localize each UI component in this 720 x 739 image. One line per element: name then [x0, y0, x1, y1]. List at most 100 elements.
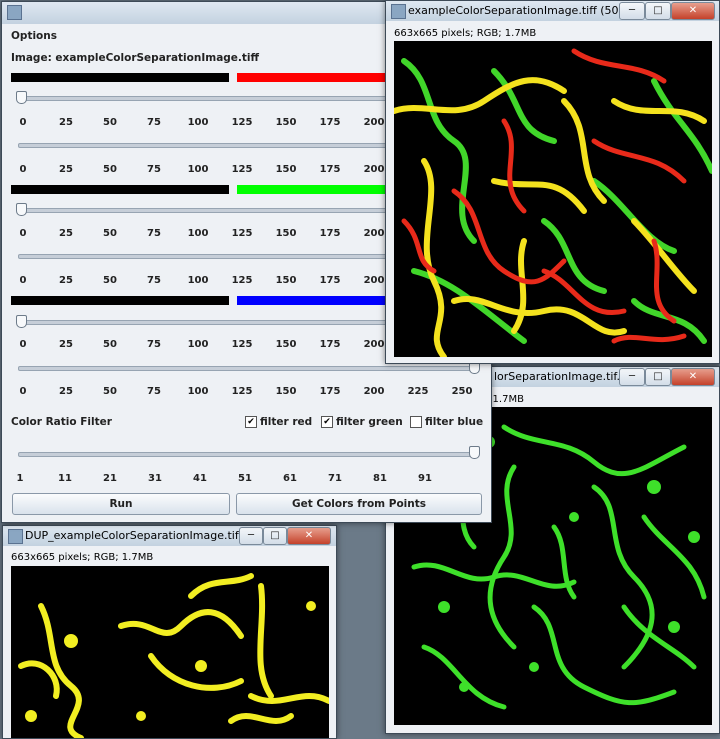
tick-label: 75	[147, 339, 161, 350]
red-min-color-bar	[11, 73, 229, 82]
tick-label: 25	[59, 386, 73, 397]
get-colors-button[interactable]: Get Colors from Points	[236, 493, 482, 515]
ratio-tick-label: 41	[193, 473, 207, 484]
tick-label: 25	[59, 339, 73, 350]
ratio-tick-label: 51	[238, 473, 252, 484]
tick-label: 200	[363, 339, 385, 350]
close-button[interactable]: ✕	[287, 527, 331, 545]
close-button[interactable]: ✕	[671, 368, 715, 386]
tick-label: 225	[407, 386, 429, 397]
green-min-color-bar	[11, 185, 229, 194]
java-icon	[7, 5, 22, 20]
ratio-slider-track[interactable]	[18, 452, 475, 457]
tick-label: 0	[19, 275, 27, 286]
filter-red-checkbox[interactable]: ✔	[245, 416, 257, 428]
tick-label: 50	[103, 228, 117, 239]
filter-blue-checkbox[interactable]	[410, 416, 422, 428]
tick-label: 200	[363, 228, 385, 239]
filter-red-label[interactable]: filter red	[260, 416, 312, 428]
ratio-tick-label: 61	[283, 473, 297, 484]
color-ratio-label: Color Ratio Filter	[11, 416, 112, 428]
imagej-icon	[8, 529, 23, 544]
red-min-slider-thumb[interactable]	[16, 91, 27, 104]
blue-min-slider-thumb[interactable]	[16, 315, 27, 328]
tick-label: 125	[231, 339, 253, 350]
maximize-button[interactable]: □	[645, 368, 671, 386]
tick-label: 0	[19, 228, 27, 239]
tick-label: 25	[59, 117, 73, 128]
tick-label: 100	[187, 164, 209, 175]
imagej-icon	[391, 4, 406, 19]
image-info: 663x665 pixels; RGB; 1.7MB	[11, 552, 154, 563]
ratio-tick-label: 31	[148, 473, 162, 484]
tick-label: 75	[147, 386, 161, 397]
dup-output-window: DUP_exampleColorSeparationImage.tif... ─…	[2, 525, 337, 739]
tick-label: 175	[319, 386, 341, 397]
blue-max-tick-labels: 0 25 50 75 100 125 150 175 200 225 250	[2, 386, 491, 402]
tick-label: 0	[19, 339, 27, 350]
dup-output-titlebar[interactable]: DUP_exampleColorSeparationImage.tif... ─…	[3, 526, 336, 546]
yellow-image-canvas[interactable]	[11, 566, 329, 738]
tick-label: 175	[319, 228, 341, 239]
image-info: 663x665 pixels; RGB; 1.7MB	[394, 28, 537, 39]
tick-label: 50	[103, 117, 117, 128]
tick-label: 150	[275, 275, 297, 286]
ratio-tick-label: 91	[418, 473, 432, 484]
tick-label: 100	[187, 228, 209, 239]
dup-output-title: DUP_exampleColorSeparationImage.tif...	[25, 529, 249, 542]
maximize-button[interactable]: □	[263, 527, 287, 545]
green-output-title: lorSeparationImage.tif...	[494, 370, 627, 383]
original-image-titlebar[interactable]: exampleColorSeparationImage.tiff (50%) ─…	[386, 1, 719, 21]
ratio-tick-label: 21	[103, 473, 117, 484]
tick-label: 50	[103, 386, 117, 397]
tick-label: 50	[103, 339, 117, 350]
tick-label: 50	[103, 164, 117, 175]
tick-label: 125	[231, 164, 253, 175]
tick-label: 150	[275, 339, 297, 350]
tick-label: 150	[275, 386, 297, 397]
maximize-button[interactable]: □	[645, 2, 671, 20]
minimize-button[interactable]: ─	[619, 2, 645, 20]
run-button[interactable]: Run	[12, 493, 230, 515]
tick-label: 0	[19, 386, 27, 397]
original-image-render	[394, 48, 712, 357]
tick-label: 25	[59, 275, 73, 286]
yellow-image-render	[18, 573, 329, 738]
tick-label: 175	[319, 339, 341, 350]
tick-label: 25	[59, 228, 73, 239]
tick-label: 175	[319, 275, 341, 286]
tick-label: 200	[363, 117, 385, 128]
tick-label: 25	[59, 164, 73, 175]
tick-label: 75	[147, 117, 161, 128]
filter-green-label[interactable]: filter green	[336, 416, 403, 428]
tick-label: 75	[147, 164, 161, 175]
tick-label: 100	[187, 339, 209, 350]
original-image-canvas[interactable]	[394, 41, 712, 357]
tick-label: 75	[147, 228, 161, 239]
tick-label: 200	[363, 386, 385, 397]
tick-label: 50	[103, 275, 117, 286]
tick-label: 250	[451, 386, 473, 397]
ratio-tick-label: 71	[328, 473, 342, 484]
blue-max-slider-track[interactable]	[18, 366, 475, 371]
filter-green-checkbox[interactable]: ✔	[321, 416, 333, 428]
tick-label: 0	[19, 164, 27, 175]
blue-min-color-bar	[11, 296, 229, 305]
tick-label: 125	[231, 386, 253, 397]
tick-label: 125	[231, 117, 253, 128]
tick-label: 125	[231, 228, 253, 239]
tick-label: 175	[319, 164, 341, 175]
tick-label: 125	[231, 275, 253, 286]
close-button[interactable]: ✕	[671, 2, 715, 20]
green-min-slider-thumb[interactable]	[16, 203, 27, 216]
tick-label: 100	[187, 117, 209, 128]
tick-label: 100	[187, 386, 209, 397]
tick-label: 200	[363, 275, 385, 286]
options-menu[interactable]: Options	[11, 30, 57, 42]
ratio-slider-thumb[interactable]	[469, 446, 480, 459]
minimize-button[interactable]: ─	[619, 368, 645, 386]
tick-label: 75	[147, 275, 161, 286]
filter-blue-label[interactable]: filter blue	[425, 416, 483, 428]
original-image-window: exampleColorSeparationImage.tiff (50%) ─…	[385, 0, 720, 364]
minimize-button[interactable]: ─	[239, 527, 263, 545]
